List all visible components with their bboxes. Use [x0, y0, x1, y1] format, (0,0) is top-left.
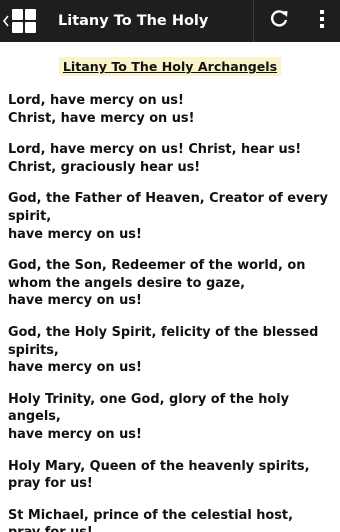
verse-line: St Michael, prince of the celestial host… — [8, 507, 293, 523]
verse-list: Lord, have mercy on us! Christ, have merc… — [8, 92, 332, 532]
verse-line: Holy Mary, Queen of the heavenly spirits… — [8, 458, 310, 474]
verse-line: God, the Holy Spirit, felicity of the bl… — [8, 324, 319, 358]
verse-line: Christ, have mercy on us! — [8, 110, 195, 126]
more-vertical-icon — [319, 9, 325, 33]
verse-line: pray for us! — [8, 524, 332, 532]
verse-line: have mercy on us! — [8, 293, 142, 309]
litany-content[interactable]: Litany To The Holy Archangels Lord, have… — [0, 42, 340, 532]
grid-icon — [12, 9, 36, 33]
verse-line: Lord, have mercy on us! — [8, 93, 184, 108]
verse-line: pray for us! — [8, 476, 93, 492]
litany-heading: Litany To The Holy Archangels — [8, 56, 332, 76]
home-up-button[interactable] — [0, 0, 42, 42]
verse-line: have mercy on us! — [8, 226, 142, 242]
verse-line: have mercy on us! — [8, 426, 142, 442]
verse-line: have mercy on us! — [8, 360, 142, 376]
verse-paragraph: Lord, have mercy on us! Christ, hear us!… — [8, 141, 332, 176]
verse-paragraph: God, the Son, Redeemer of the world, on … — [8, 257, 332, 310]
verse-paragraph: God, the Holy Spirit, felicity of the bl… — [8, 324, 332, 377]
refresh-button[interactable] — [254, 0, 304, 42]
verse-paragraph: Lord, have mercy on us! Christ, have merc… — [8, 92, 332, 127]
litany-heading-text: Litany To The Holy Archangels — [58, 57, 282, 76]
chevron-left-icon — [2, 14, 10, 28]
verse-paragraph: Holy Trinity, one God, glory of the holy… — [8, 391, 332, 444]
verse-paragraph: Holy Mary, Queen of the heavenly spirits… — [8, 458, 332, 493]
verse-line: God, the Son, Redeemer of the world, on … — [8, 258, 306, 291]
verse-paragraph: God, the Father of Heaven, Creator of ev… — [8, 190, 332, 243]
refresh-icon — [268, 8, 290, 34]
action-bar: Litany To The Holy A.. — [0, 0, 340, 42]
verse-paragraph: St Michael, prince of the celestial host… — [8, 507, 332, 532]
verse-line: Holy Trinity, one God, glory of the holy… — [8, 391, 290, 425]
verse-line: Christ, graciously hear us! — [8, 159, 201, 175]
verse-line: God, the Father of Heaven, Creator of ev… — [8, 191, 328, 224]
page-title: Litany To The Holy A.. — [58, 13, 208, 29]
verse-line: Lord, have mercy on us! Christ, hear us! — [8, 142, 302, 158]
overflow-menu-button[interactable] — [304, 0, 340, 42]
